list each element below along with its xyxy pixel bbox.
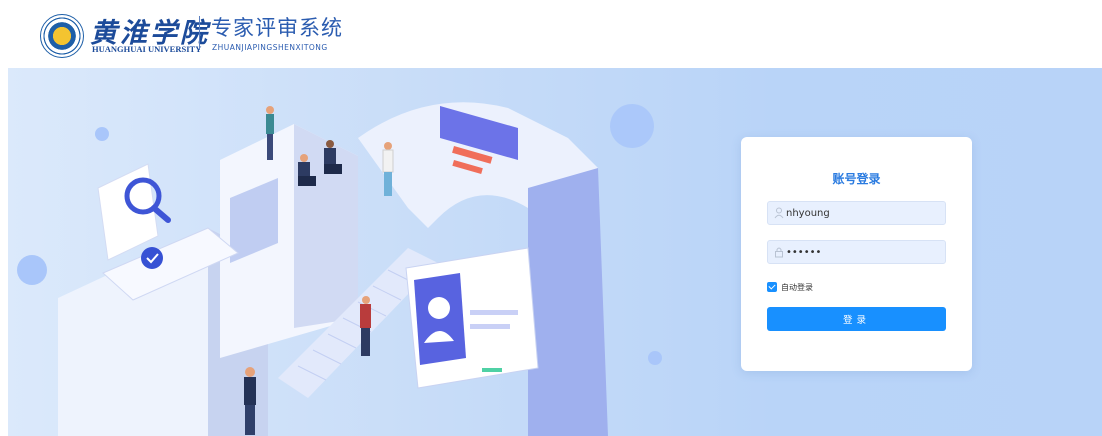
login-card: 账号登录 自动登录 登录 bbox=[741, 137, 972, 371]
user-icon bbox=[774, 207, 784, 219]
bubble-decoration bbox=[610, 104, 654, 148]
checkmark-badge-icon bbox=[141, 247, 163, 269]
auto-login-label: 自动登录 bbox=[781, 282, 813, 292]
lock-icon bbox=[775, 247, 783, 258]
bubble-decoration bbox=[648, 351, 662, 365]
password-field[interactable] bbox=[767, 240, 946, 264]
bubble-decoration bbox=[95, 127, 109, 141]
university-emblem-icon bbox=[40, 14, 84, 58]
system-title: 专家评审系统 bbox=[211, 16, 343, 40]
checkbox-checked-icon[interactable] bbox=[767, 282, 777, 292]
text-line-decoration bbox=[470, 310, 518, 315]
text-line-decoration bbox=[470, 324, 510, 329]
page-header: 黄淮学院 HUANGHUAI UNIVERSITY 专家评审系统 ZHUANJI… bbox=[0, 0, 1102, 68]
bubble-decoration bbox=[17, 255, 47, 285]
magnifier-handle bbox=[151, 205, 171, 223]
profile-avatar-icon bbox=[428, 297, 450, 319]
auto-login-option[interactable]: 自动登录 bbox=[767, 281, 813, 293]
logo-english-name: HUANGHUAI UNIVERSITY bbox=[92, 44, 202, 54]
system-subtitle: ZHUANJIAPINGSHENXITONG bbox=[212, 43, 328, 52]
person-figure bbox=[266, 106, 274, 160]
password-input[interactable] bbox=[786, 243, 941, 261]
person-figure bbox=[382, 142, 394, 196]
person-figure bbox=[360, 296, 371, 356]
login-button[interactable]: 登录 bbox=[767, 307, 946, 331]
letter-side bbox=[528, 168, 608, 436]
username-input[interactable] bbox=[786, 204, 941, 222]
person-figure bbox=[244, 367, 256, 435]
header-divider bbox=[199, 16, 200, 50]
login-title: 账号登录 bbox=[832, 172, 881, 186]
username-field[interactable] bbox=[767, 201, 946, 225]
green-bar-decoration bbox=[482, 368, 502, 372]
monitor-profile-panel bbox=[414, 273, 466, 365]
